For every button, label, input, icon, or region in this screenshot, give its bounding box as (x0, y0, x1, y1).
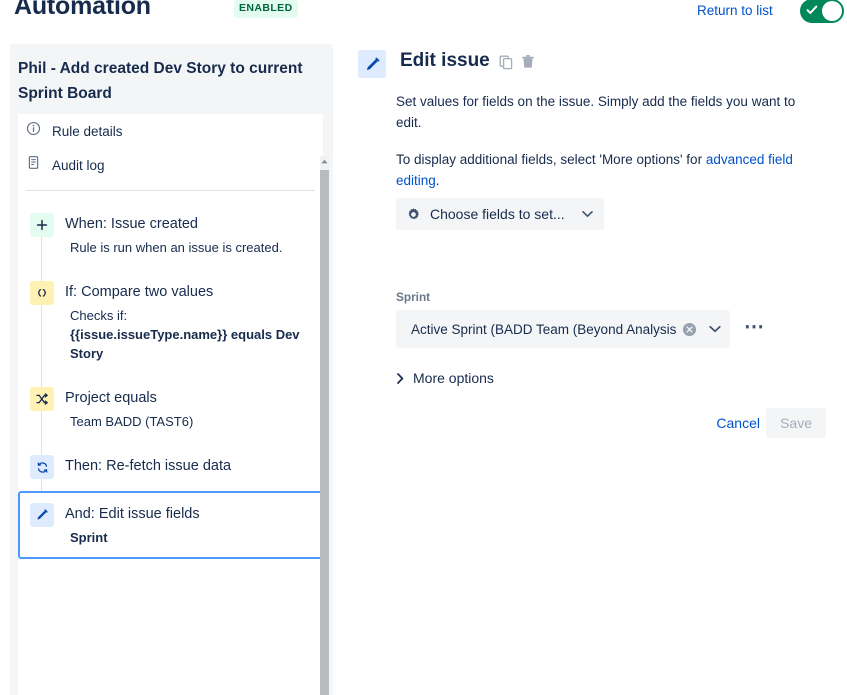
rule-steps-list: When: Issue created Rule is run when an … (18, 191, 323, 559)
gear-icon (406, 207, 421, 222)
scrollbar-thumb[interactable] (320, 170, 329, 695)
rule-step-compare-two-values[interactable]: If: Compare two values Checks if: {{issu… (18, 269, 323, 375)
step-subtitle-value: {{issue.issueType.name}} equals Dev Stor… (70, 327, 300, 361)
step-title: And: Edit issue fields (65, 506, 200, 522)
clear-icon[interactable] (677, 322, 701, 337)
sidebar-item-label: Audit log (52, 157, 105, 173)
detail-title: Edit issue (400, 50, 490, 71)
detail-description-1: Set values for fields on the issue. Simp… (396, 94, 796, 130)
toggle-knob (822, 1, 842, 21)
sidebar-item-label: Rule details (52, 123, 123, 139)
detail-description-2-after: . (435, 172, 440, 188)
pencil-icon (358, 50, 386, 78)
choose-fields-label: Choose fields to set... (430, 206, 565, 222)
rule-enabled-toggle[interactable] (800, 0, 844, 23)
chevron-down-icon (581, 210, 593, 218)
sidebar-item-rule-details[interactable]: Rule details (18, 114, 323, 148)
sidebar-item-audit-log[interactable]: Audit log (18, 148, 323, 182)
page-title: Automation (14, 0, 151, 20)
rule-panel: Phil - Add created Dev Story to current … (10, 44, 333, 695)
status-badge: ENABLED (234, 0, 298, 18)
step-subtitle: Sprint (70, 530, 108, 545)
detail-header: Edit issue (352, 44, 832, 84)
check-icon (806, 5, 818, 14)
rule-step-edit-issue-fields[interactable]: And: Edit issue fields Sprint (18, 491, 323, 559)
sprint-select[interactable]: Active Sprint (BADD Team (Beyond Analysi… (396, 310, 730, 348)
shuffle-icon (30, 387, 54, 411)
return-to-list-link[interactable]: Return to list (697, 2, 773, 20)
detail-description-2-before: To display additional fields, select 'Mo… (396, 152, 706, 167)
automation-rule-editor: Automation ENABLED Return to list Phil -… (0, 0, 847, 695)
rule-panel-scrollbar[interactable] (320, 156, 329, 695)
chevron-down-icon[interactable] (701, 325, 729, 333)
braces-icon (30, 281, 54, 305)
step-subtitle: Team BADD (TAST6) (70, 414, 194, 429)
sprint-field-label: Sprint (396, 290, 431, 304)
form-actions: Cancel Save (352, 368, 826, 438)
rule-steps-scroll-area: Rule details Audit log When: Issue creat… (18, 114, 323, 695)
plus-icon (30, 213, 54, 237)
sprint-field-row: Active Sprint (BADD Team (Beyond Analysi… (396, 310, 826, 348)
step-title: When: Issue created (65, 216, 198, 232)
choose-fields-button[interactable]: Choose fields to set... (396, 198, 604, 230)
edit-issue-detail-pane: Edit issue Set values for fields on the … (352, 44, 832, 684)
audit-log-icon (26, 155, 52, 175)
cancel-button[interactable]: Cancel (712, 408, 764, 438)
trash-icon[interactable] (520, 54, 536, 75)
rule-step-refetch-issue-data[interactable]: Then: Re-fetch issue data (18, 443, 323, 491)
step-subtitle: Checks if: {{issue.issueType.name}} equa… (65, 306, 311, 363)
step-subtitle: Rule is run when an issue is created. (70, 240, 283, 255)
refresh-icon (30, 455, 54, 479)
more-horizontal-icon[interactable]: ⋯ (744, 316, 765, 338)
step-subtitle-prefix: Checks if: (70, 308, 128, 323)
rule-name: Phil - Add created Dev Story to current … (18, 60, 303, 102)
page-header: Automation ENABLED Return to list (0, 0, 847, 30)
rule-step-when-issue-created[interactable]: When: Issue created Rule is run when an … (18, 201, 323, 269)
step-title: If: Compare two values (65, 284, 214, 300)
copy-icon[interactable] (498, 54, 514, 75)
sprint-select-value: Active Sprint (BADD Team (Beyond Analysi… (411, 321, 677, 337)
info-circle-icon (26, 121, 52, 141)
rule-step-project-equals[interactable]: Project equals Team BADD (TAST6) (18, 375, 323, 443)
step-title: Project equals (65, 390, 157, 406)
save-button[interactable]: Save (766, 408, 826, 438)
scroll-up-arrow-icon[interactable] (320, 156, 329, 167)
detail-description-2: To display additional fields, select 'Mo… (396, 150, 816, 191)
pencil-icon (30, 503, 54, 527)
step-title: Then: Re-fetch issue data (65, 458, 232, 474)
